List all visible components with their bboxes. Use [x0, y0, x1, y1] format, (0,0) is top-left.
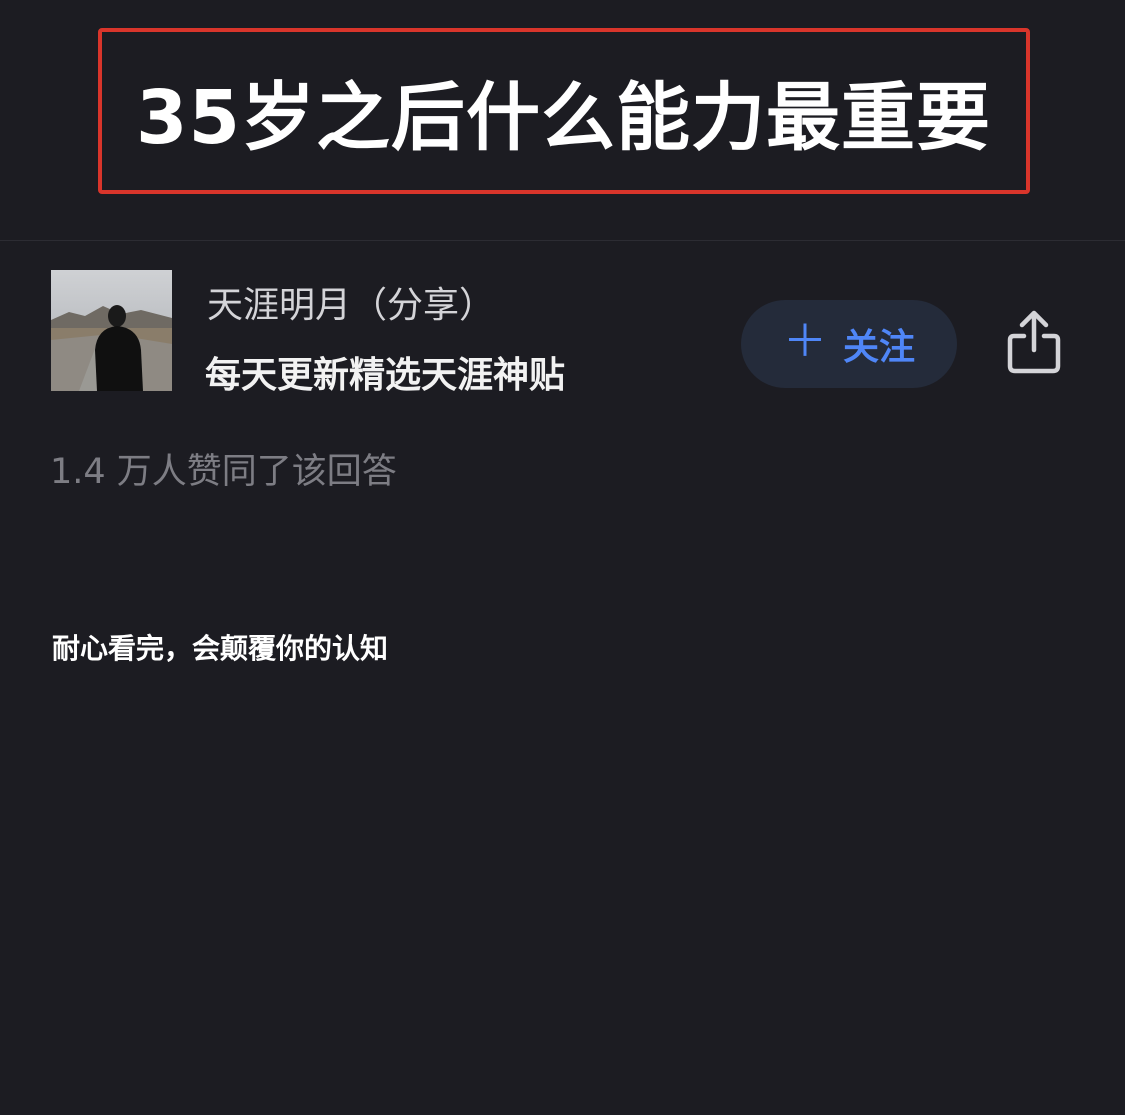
answer-first-line: 耐心看完，会颠覆你的认知	[52, 632, 389, 665]
question-title-box[interactable]: 35岁之后什么能力最重要	[98, 28, 1030, 194]
author-bio: 每天更新精选天涯神贴	[205, 355, 566, 396]
upvote-count: 1.4 万人赞同了该回答	[50, 452, 397, 492]
author-avatar[interactable]	[51, 270, 172, 391]
author-name[interactable]: 天涯明月（分享）	[207, 276, 495, 328]
follow-label: 关注	[842, 327, 915, 368]
question-title: 35岁之后什么能力最重要	[136, 74, 991, 161]
follow-button[interactable]: ＋ 关注	[741, 300, 957, 388]
header-divider	[0, 240, 1125, 241]
answer-page: 35岁之后什么能力最重要 天涯明月（分享） 每天更新精选天涯神贴 ＋ 关注 1.…	[0, 0, 1125, 1115]
share-icon[interactable]	[1004, 308, 1064, 376]
plus-icon: ＋	[782, 316, 827, 367]
